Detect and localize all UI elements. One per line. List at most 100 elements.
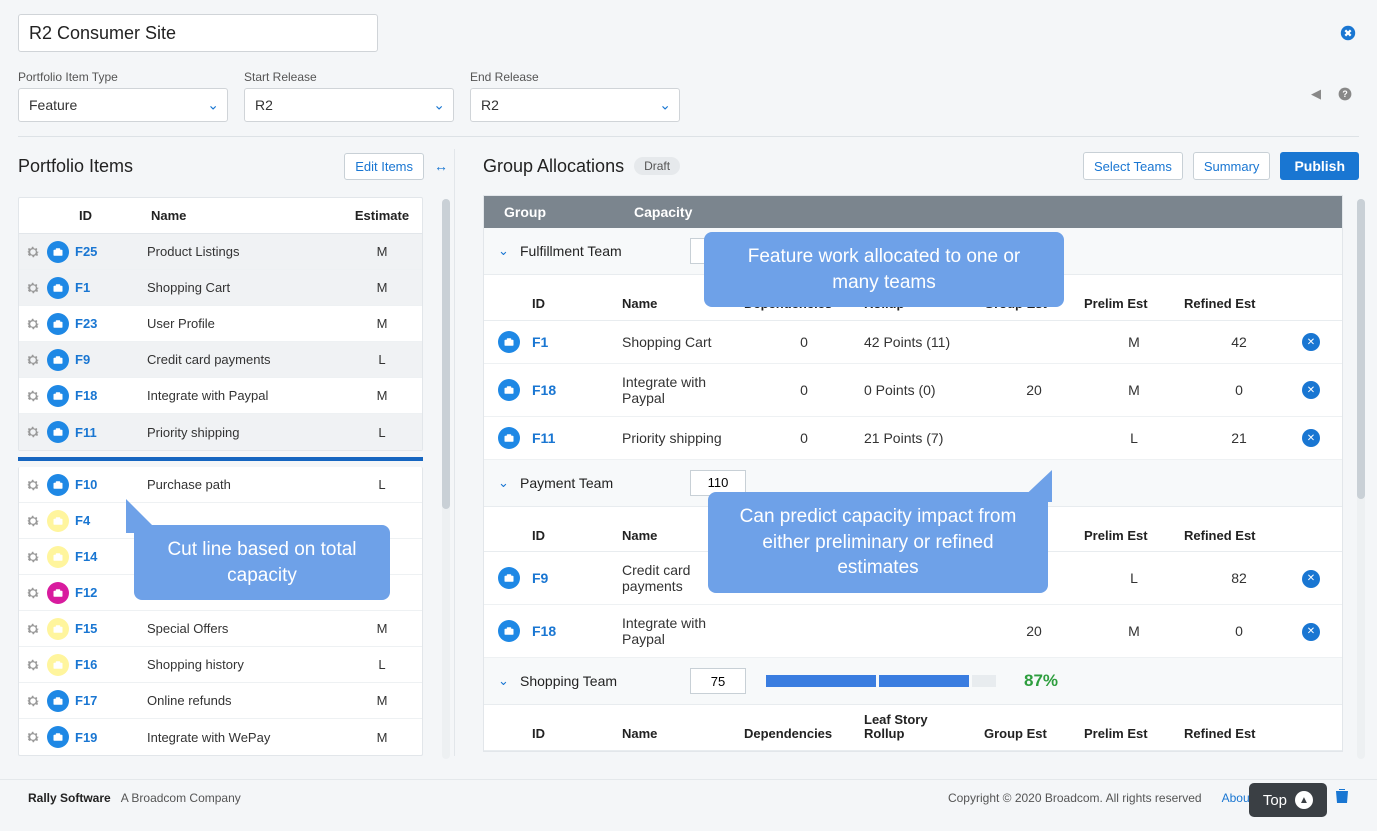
item-dependencies: 0 [744, 334, 864, 350]
feature-icon [47, 385, 75, 407]
remove-icon[interactable]: ✕ [1302, 429, 1320, 447]
edit-items-button[interactable]: Edit Items [344, 153, 424, 180]
filter-end-select[interactable]: R2 ⌄ [470, 88, 680, 122]
chevron-down-icon[interactable]: ⌄ [498, 243, 520, 259]
callout-allocation: Feature work allocated to one or many te… [704, 232, 1064, 307]
item-id-link[interactable]: F10 [75, 477, 97, 492]
item-id-link[interactable]: F12 [75, 585, 97, 600]
cut-line [18, 457, 423, 461]
remove-icon[interactable]: ✕ [1302, 570, 1320, 588]
close-icon[interactable] [1337, 22, 1359, 44]
callout-capacity: Can predict capacity impact from either … [708, 492, 1048, 593]
table-row[interactable]: F25Product ListingsM [19, 234, 422, 270]
gear-icon[interactable] [19, 651, 47, 679]
table-row[interactable]: F1Shopping CartM [19, 270, 422, 306]
col-refined-est: Refined Est [1184, 727, 1294, 741]
item-id-link[interactable]: F25 [75, 244, 97, 259]
feature-icon [47, 474, 75, 496]
item-id-link[interactable]: F11 [75, 425, 97, 440]
gear-icon[interactable] [19, 418, 47, 446]
gear-icon[interactable] [19, 346, 47, 374]
item-dependencies: 0 [744, 382, 864, 398]
select-teams-button[interactable]: Select Teams [1083, 152, 1183, 180]
feature-icon [47, 349, 75, 371]
item-id-link[interactable]: F23 [75, 316, 97, 331]
item-estimate: L [342, 657, 422, 672]
table-row[interactable]: F19Integrate with WePayM [19, 719, 422, 755]
item-id-link[interactable]: F4 [75, 513, 90, 528]
gear-icon[interactable] [19, 471, 47, 499]
col-capacity: Capacity [634, 204, 754, 220]
gear-icon[interactable] [19, 687, 47, 715]
item-id-link[interactable]: F15 [75, 621, 97, 636]
announce-icon[interactable]: ◀ [1311, 86, 1321, 105]
chevron-down-icon[interactable]: ⌄ [498, 673, 520, 689]
table-row[interactable]: F17Online refundsM [19, 683, 422, 719]
capacity-input[interactable] [690, 668, 746, 694]
remove-icon[interactable]: ✕ [1302, 333, 1320, 351]
item-id-link[interactable]: F18 [75, 388, 97, 403]
item-name: Integrate with Paypal [147, 388, 342, 403]
top-button[interactable]: Top ▲ [1249, 783, 1327, 817]
remove-icon[interactable]: ✕ [1302, 623, 1320, 641]
item-name: Integrate with Paypal [622, 374, 744, 406]
item-id-link[interactable]: F1 [532, 334, 548, 350]
page-title-input[interactable] [18, 14, 378, 52]
item-id-link[interactable]: F18 [532, 382, 556, 398]
chevron-down-icon[interactable]: ⌄ [498, 475, 520, 491]
table-row[interactable]: F11Priority shippingL [19, 414, 422, 450]
item-id-link[interactable]: F18 [532, 623, 556, 639]
chevron-down-icon: ⌄ [433, 97, 445, 114]
gear-icon[interactable] [19, 274, 47, 302]
summary-button[interactable]: Summary [1193, 152, 1271, 180]
scrollbar[interactable] [442, 199, 450, 759]
table-row[interactable]: F16Shopping historyL [19, 647, 422, 683]
help-icon[interactable]: ? [1337, 86, 1353, 105]
gear-icon[interactable] [19, 615, 47, 643]
filter-pit-select[interactable]: Feature ⌄ [18, 88, 228, 122]
item-name: Special Offers [147, 621, 342, 636]
filter-start-select[interactable]: R2 ⌄ [244, 88, 454, 122]
table-row[interactable]: F18Integrate with PaypalM [19, 378, 422, 414]
item-refined-est: 0 [1184, 382, 1294, 398]
chevron-down-icon: ⌄ [207, 97, 219, 114]
group-header-row[interactable]: ⌄Shopping Team87% [484, 658, 1342, 705]
publish-button[interactable]: Publish [1280, 152, 1359, 180]
gear-icon[interactable] [19, 310, 47, 338]
col-rollup: Leaf Story Rollup [864, 713, 984, 742]
item-id-link[interactable]: F14 [75, 549, 97, 564]
item-id-link[interactable]: F19 [75, 730, 97, 745]
feature-icon [47, 241, 75, 263]
scrollbar[interactable] [1357, 199, 1365, 759]
item-rollup: 0 Points (0) [864, 382, 984, 398]
expand-icon[interactable]: ↔ [434, 158, 448, 174]
col-prelim-est: Prelim Est [1084, 727, 1184, 741]
item-id-link[interactable]: F9 [75, 352, 90, 367]
remove-icon[interactable]: ✕ [1302, 381, 1320, 399]
table-row[interactable]: F23User ProfileM [19, 306, 422, 342]
table-row[interactable]: F9Credit card paymentsL [19, 342, 422, 378]
chevron-down-icon: ⌄ [659, 97, 671, 114]
item-id-link[interactable]: F17 [75, 693, 97, 708]
gear-icon[interactable] [19, 723, 47, 751]
feature-icon [47, 618, 75, 640]
item-estimate: L [342, 352, 422, 367]
item-name: Integrate with Paypal [622, 615, 744, 647]
trash-icon[interactable] [1335, 788, 1349, 807]
item-id-link[interactable]: F11 [532, 430, 555, 446]
footer: Rally Software A Broadcom Company Copyri… [0, 779, 1377, 815]
table-row[interactable]: F15Special OffersM [19, 611, 422, 647]
gear-icon[interactable] [19, 507, 47, 535]
item-id-link[interactable]: F1 [75, 280, 90, 295]
item-id-link[interactable]: F16 [75, 657, 97, 672]
gear-icon[interactable] [19, 238, 47, 266]
col-id: ID [532, 529, 622, 543]
table-row[interactable]: F10Purchase pathL [19, 467, 422, 503]
gear-icon[interactable] [19, 382, 47, 410]
item-estimate: M [342, 316, 422, 331]
footer-brand: Rally Software [28, 791, 111, 805]
gear-icon[interactable] [19, 579, 47, 607]
feature-icon [498, 427, 532, 449]
item-id-link[interactable]: F9 [532, 570, 548, 586]
gear-icon[interactable] [19, 543, 47, 571]
